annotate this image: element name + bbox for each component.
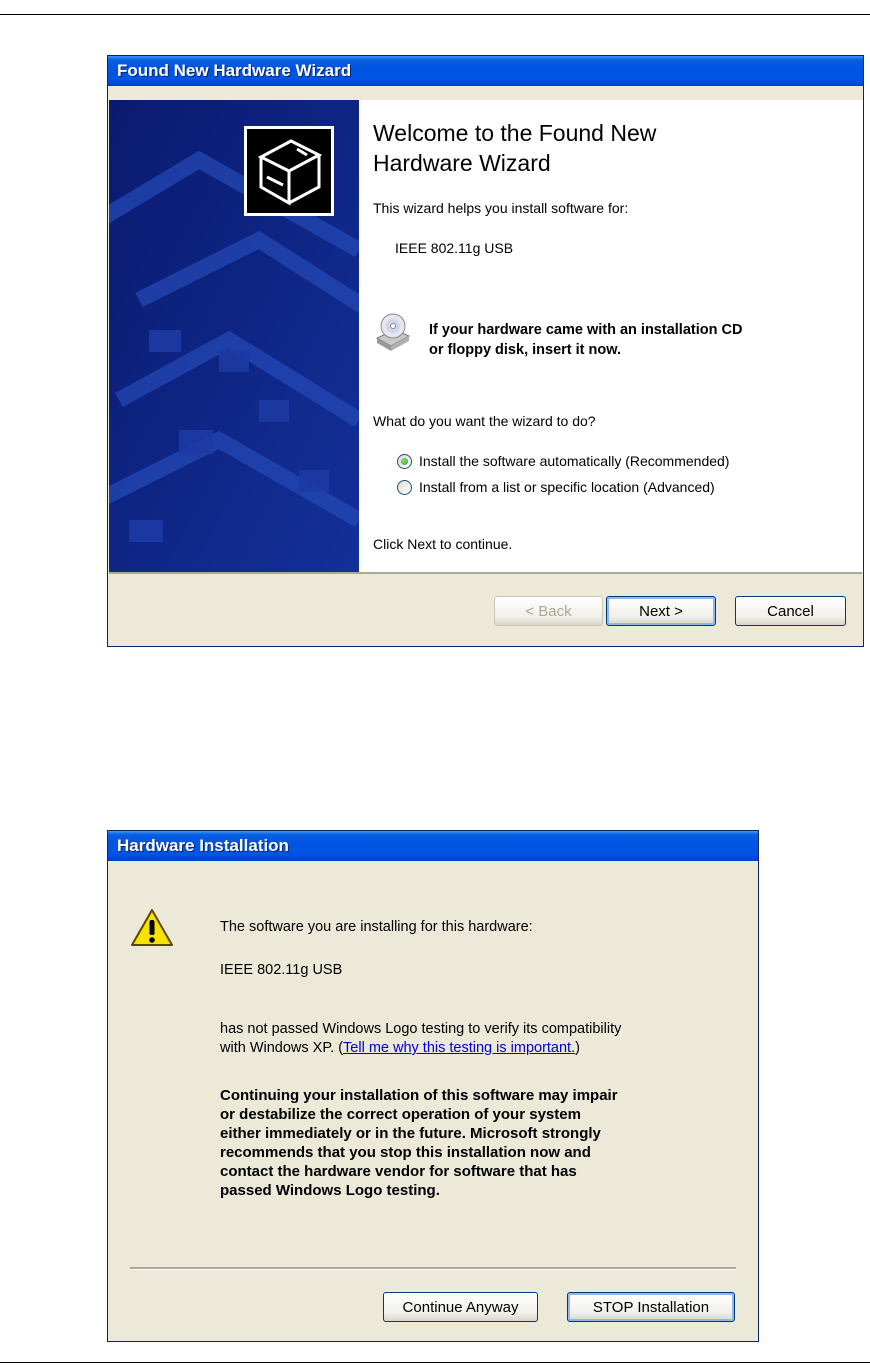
- found-new-hardware-wizard: Found New Hardware Wizard Welcome to the…: [107, 55, 864, 647]
- wizard-intro-text: This wizard helps you install software f…: [373, 200, 629, 216]
- next-button[interactable]: Next >: [606, 596, 716, 626]
- wizard-side-banner: [109, 100, 359, 572]
- wizard-device-name: IEEE 802.11g USB: [395, 240, 514, 256]
- hardware-dialog-title-bar[interactable]: Hardware Installation: [108, 831, 758, 861]
- wizard-heading-line-2: Hardware Wizard: [373, 150, 551, 176]
- hardware-installation-dialog: Hardware Installation The software you a…: [107, 830, 759, 1342]
- back-button[interactable]: < Back: [494, 596, 603, 626]
- logo-testing-line-1: has not passed Windows Logo testing to v…: [220, 1021, 622, 1037]
- hardware-dialog-separator: [130, 1267, 736, 1270]
- option-install-automatically[interactable]: Install the software automatically (Reco…: [397, 451, 729, 471]
- hardware-device-name: IEEE 802.11g USB: [220, 962, 343, 978]
- warning-line: passed Windows Logo testing.: [220, 1182, 440, 1199]
- radio-install-automatically[interactable]: [397, 453, 412, 469]
- wizard-title-bar[interactable]: Found New Hardware Wizard: [108, 56, 863, 86]
- hardware-intro-text: The software you are installing for this…: [220, 919, 533, 935]
- cd-notice-line-1: If your hardware came with an installati…: [429, 322, 743, 338]
- wizard-footer-hint: Click Next to continue.: [373, 536, 513, 552]
- wizard-content: Welcome to the Found New Hardware Wizard…: [359, 100, 863, 572]
- wizard-heading-line-1: Welcome to the Found New: [373, 120, 657, 146]
- logo-testing-line-2: with Windows XP. (Tell me why this testi…: [220, 1040, 580, 1056]
- warning-icon: [130, 907, 174, 949]
- compatibility-warning: Continuing your installation of this sof…: [220, 1086, 618, 1200]
- warning-line: recommends that you stop this installati…: [220, 1144, 591, 1161]
- cd-drive-icon: [373, 312, 413, 352]
- continue-anyway-button[interactable]: Continue Anyway: [383, 1292, 538, 1322]
- warning-line: contact the hardware vendor for software…: [220, 1163, 577, 1180]
- wizard-separator: [109, 572, 862, 574]
- hardware-device-icon: [244, 126, 334, 216]
- page-bottom-rule: [0, 1362, 870, 1363]
- logo-testing-prefix: with Windows XP. (: [220, 1040, 344, 1056]
- option-label: Install the software automatically (Reco…: [419, 453, 730, 469]
- page-top-rule: [0, 14, 870, 15]
- radio-install-from-list[interactable]: [397, 479, 412, 495]
- logo-testing-suffix: ): [575, 1040, 580, 1056]
- warning-line: or destabilize the correct operation of …: [220, 1106, 581, 1123]
- warning-line: Continuing your installation of this sof…: [220, 1087, 618, 1104]
- cancel-button[interactable]: Cancel: [735, 596, 846, 626]
- option-label: Install from a list or specific location…: [419, 479, 715, 495]
- wizard-heading: Welcome to the Found New Hardware Wizard: [373, 118, 753, 178]
- option-install-from-list[interactable]: Install from a list or specific location…: [397, 477, 715, 497]
- cd-notice: If your hardware came with an installati…: [429, 320, 742, 360]
- wizard-question: What do you want the wizard to do?: [373, 413, 596, 429]
- cd-notice-line-2: or floppy disk, insert it now.: [429, 342, 622, 358]
- stop-installation-button[interactable]: STOP Installation: [567, 1292, 735, 1322]
- warning-line: either immediately or in the future. Mic…: [220, 1125, 601, 1142]
- why-testing-link[interactable]: Tell me why this testing is important.: [343, 1040, 575, 1056]
